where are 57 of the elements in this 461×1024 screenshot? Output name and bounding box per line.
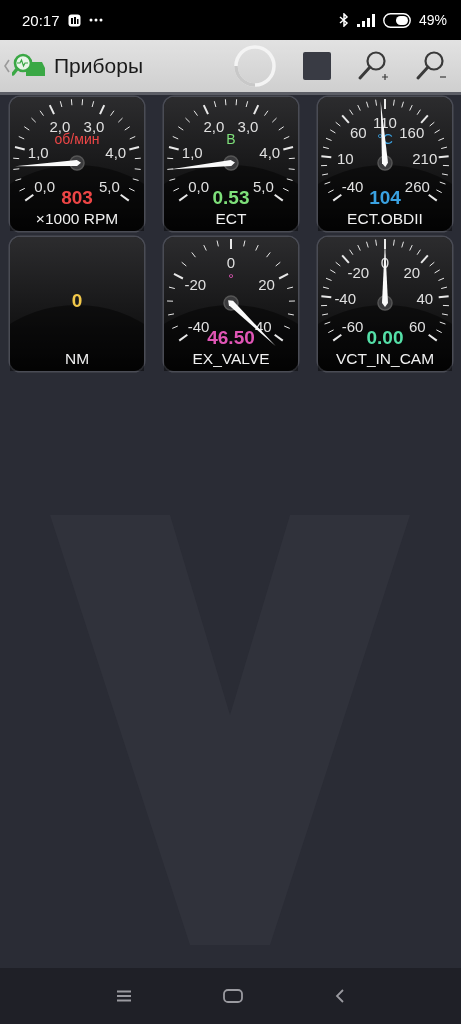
scale-label: -40 bbox=[334, 289, 357, 307]
menu-icon[interactable] bbox=[115, 990, 132, 1002]
home-icon[interactable] bbox=[223, 989, 244, 1003]
back-icon[interactable] bbox=[335, 989, 346, 1003]
gauge-caption: ×1000 RPM bbox=[35, 210, 119, 227]
gauge-card[interactable]: 2,0 3,0 1,0 4,0 0,0 5,0 об/мин 803 ×1000 RPM bbox=[10, 97, 144, 231]
scale-label: 20 bbox=[258, 275, 275, 293]
gauge-caption: VCT_IN_CAM bbox=[335, 350, 435, 367]
signal-icon bbox=[356, 13, 375, 27]
clock-time: 20:17 bbox=[22, 11, 60, 29]
battery-percent: 49% bbox=[418, 12, 447, 28]
scale-label: 5,0 bbox=[252, 177, 274, 195]
scale-label: 4,0 bbox=[105, 144, 127, 162]
scale-label: 3,0 bbox=[237, 117, 259, 135]
app-logo-icon bbox=[12, 53, 48, 79]
unit-label: ° bbox=[228, 271, 234, 287]
gauge-caption: ECT.OBDII bbox=[347, 210, 423, 227]
scale-label: 0 bbox=[226, 254, 236, 271]
gauge-reading: 0 bbox=[71, 290, 83, 311]
unit-label: В bbox=[226, 131, 236, 147]
bluetooth-icon bbox=[338, 13, 349, 27]
battery-icon bbox=[382, 12, 411, 28]
scale-label: 210 bbox=[412, 149, 438, 167]
scale-label: 60 bbox=[409, 317, 426, 335]
spinner-icon bbox=[233, 44, 277, 88]
scale-label: 0,0 bbox=[188, 177, 210, 195]
gauge-reading: 803 bbox=[61, 187, 93, 208]
scale-label: 20 bbox=[403, 264, 421, 282]
gauge-caption: NM bbox=[64, 350, 90, 367]
scale-label: -40 bbox=[187, 317, 210, 335]
gauge-reading: 0.53 bbox=[212, 187, 250, 208]
scale-label: 1,0 bbox=[27, 144, 49, 162]
scale-label: 160 bbox=[399, 124, 425, 142]
zoom-out-icon[interactable] bbox=[415, 50, 447, 82]
gauge-caption: ECT bbox=[215, 210, 247, 227]
scale-label: 40 bbox=[416, 289, 434, 307]
gauge-card[interactable]: 2,0 3,0 1,0 4,0 0,0 5,0 В 0.53 ECT bbox=[164, 97, 298, 231]
zoom-in-icon[interactable] bbox=[357, 50, 389, 82]
more-dots-icon bbox=[88, 18, 103, 22]
scale-label: 260 bbox=[404, 177, 430, 195]
scale-label: -20 bbox=[347, 264, 370, 282]
notification-icon bbox=[67, 13, 81, 27]
scale-label: 2,0 bbox=[203, 117, 225, 135]
scale-label: 4,0 bbox=[259, 144, 281, 162]
gauge-reading: 0.00 bbox=[366, 327, 404, 348]
gauge-caption: EX_VALVE bbox=[192, 350, 270, 367]
scale-label: 1,0 bbox=[181, 144, 203, 162]
scale-label: 60 bbox=[349, 124, 367, 142]
scale-label: -60 bbox=[341, 317, 364, 335]
scale-label: -20 bbox=[184, 275, 207, 293]
scale-label: 5,0 bbox=[98, 177, 120, 195]
gauge-card[interactable]: 0 NM bbox=[10, 237, 144, 371]
scale-label: 0,0 bbox=[34, 177, 56, 195]
scale-label: 10 bbox=[336, 149, 354, 167]
screen-title: Приборы bbox=[54, 54, 143, 78]
scale-label: -40 bbox=[341, 177, 364, 195]
gauge-reading: 104 bbox=[369, 187, 401, 208]
